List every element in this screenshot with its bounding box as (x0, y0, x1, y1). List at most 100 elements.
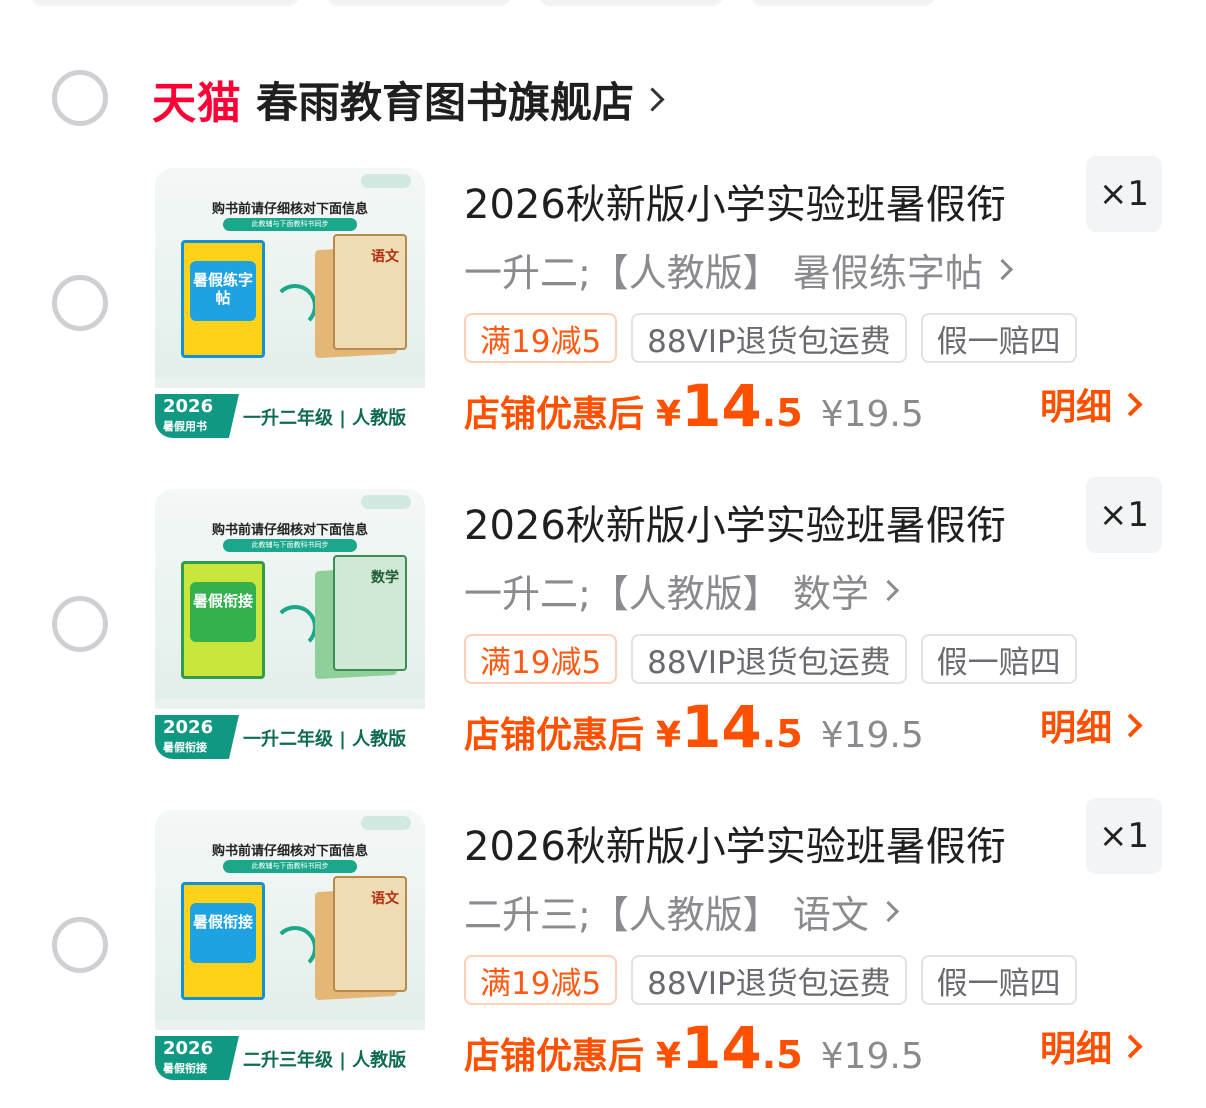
product-title[interactable]: 2026秋新版小学实验班暑假衔 (464, 814, 1064, 872)
textbook-cover: 数学 (333, 555, 407, 671)
service-tag: 88VIP退货包运费 (631, 955, 907, 1005)
product-title[interactable]: 2026秋新版小学实验班暑假衔 (464, 172, 1064, 230)
workbook-cover: 暑假练字帖 (181, 240, 265, 358)
thumb-grade: 一升二年级 | 人教版 (243, 408, 407, 429)
quantity-button[interactable]: ×1 (1086, 156, 1162, 232)
price-row: 店铺优惠后 ¥ 14 .5 ¥19.5 (464, 693, 924, 761)
cart-item: 购书前请仔细核对下面信息 此教辅与下面教科书同步 暑假衔接 语文 2026 暑假衔… (0, 798, 1206, 1090)
badge-sub: 暑假衔接 (163, 1062, 207, 1075)
chevron-right-icon (877, 900, 899, 923)
textbook-subject: 语文 (371, 249, 399, 265)
thumb-header: 购书前请仔细核对下面信息 (211, 523, 368, 538)
price-currency: ¥ (656, 394, 682, 435)
service-tag: 假一赔四 (920, 313, 1077, 363)
service-tag: 假一赔四 (920, 634, 1077, 684)
cover-panel (190, 582, 256, 642)
cover-text: 暑假衔接 (192, 913, 253, 931)
sync-arrow-icon (273, 284, 317, 328)
badge-year: 2026 (163, 396, 214, 417)
price-detail-link[interactable]: 明细 (1040, 1020, 1143, 1072)
price-integer: 14 (681, 693, 762, 761)
quantity-button[interactable]: ×1 (1086, 477, 1162, 553)
sync-arrow-icon (273, 605, 317, 649)
previous-button-edge[interactable] (538, 0, 724, 6)
cart-item: 购书前请仔细核对下面信息 此教辅与下面教科书同步 暑假练字帖 语文 2026 暑假… (0, 156, 1206, 448)
thumb-bar: 此教辅与下面教科书同步 (223, 860, 357, 873)
price-currency: ¥ (656, 715, 682, 756)
cart-item: 购书前请仔细核对下面信息 此教辅与下面教科书同步 暑假衔接 数学 2026 暑假衔… (0, 477, 1206, 769)
textbook-cover: 语文 (333, 234, 407, 350)
price-decimal: .5 (761, 712, 803, 756)
product-thumbnail[interactable]: 购书前请仔细核对下面信息 此教辅与下面教科书同步 暑假练字帖 语文 2026 暑假… (155, 168, 425, 438)
previous-button-edge[interactable] (326, 0, 512, 6)
product-thumbnail[interactable]: 购书前请仔细核对下面信息 此教辅与下面教科书同步 暑假衔接 语文 2026 暑假衔… (155, 810, 425, 1080)
thumb-header: 购书前请仔细核对下面信息 (211, 202, 368, 217)
price-detail-link[interactable]: 明细 (1040, 378, 1143, 430)
badge-sub: 暑假衔接 (163, 741, 207, 754)
previous-button-edge[interactable] (30, 0, 300, 6)
chevron-right-icon (1118, 712, 1143, 738)
promo-tag: 满19减5 (464, 634, 618, 684)
spec-text: 二升三;【人教版】 语文 (464, 893, 869, 937)
thumb-bar: 此教辅与下面教科书同步 (223, 218, 357, 231)
chevron-right-icon (640, 86, 665, 112)
tag-list: 满19减5 88VIP退货包运费 假一赔四 (464, 313, 1091, 363)
price-label: 店铺优惠后 (464, 394, 645, 435)
price-label: 店铺优惠后 (464, 1036, 645, 1077)
price-label: 店铺优惠后 (464, 715, 645, 756)
chevron-right-icon (1118, 1033, 1143, 1059)
spec-selector[interactable]: 二升三;【人教版】 语文 (464, 884, 899, 939)
price-detail-link[interactable]: 明细 (1040, 699, 1143, 751)
workbook-cover: 暑假衔接 (181, 882, 265, 1000)
tmall-logo: 天猫 (152, 78, 242, 129)
year-badge: 2026 暑假衔接 (155, 715, 239, 759)
cover-text: 暑假衔接 (192, 592, 253, 610)
thumb-header: 购书前请仔细核对下面信息 (211, 844, 368, 859)
year-badge: 2026 暑假用书 (155, 394, 239, 438)
price-currency: ¥ (656, 1036, 682, 1077)
service-tag: 88VIP退货包运费 (631, 313, 907, 363)
price-row: 店铺优惠后 ¥ 14 .5 ¥19.5 (464, 372, 924, 440)
spec-selector[interactable]: 一升二;【人教版】 数学 (464, 563, 899, 618)
textbook-subject: 语文 (371, 891, 399, 907)
spec-selector[interactable]: 一升二;【人教版】 暑假练字帖 (464, 242, 1013, 297)
detail-label: 明细 (1040, 708, 1113, 749)
thumb-grade: 二升三年级 | 人教版 (243, 1050, 407, 1071)
product-thumbnail[interactable]: 购书前请仔细核对下面信息 此教辅与下面教科书同步 暑假衔接 数学 2026 暑假衔… (155, 489, 425, 759)
chevron-right-icon (877, 579, 899, 602)
shop-name[interactable]: 春雨教育图书旗舰店 (256, 69, 634, 130)
previous-button-edge[interactable] (750, 0, 936, 6)
textbook-cover: 语文 (333, 876, 407, 992)
sync-arrow-icon (273, 926, 317, 970)
cover-panel (190, 903, 256, 963)
product-title[interactable]: 2026秋新版小学实验班暑假衔 (464, 493, 1064, 551)
detail-label: 明细 (1040, 1029, 1113, 1070)
cover-text: 暑假练字帖 (192, 271, 253, 307)
detail-label: 明细 (1040, 387, 1113, 428)
service-tag: 假一赔四 (920, 955, 1077, 1005)
previous-section-edge (0, 0, 1206, 12)
badge-sub: 暑假用书 (163, 420, 207, 433)
workbook-cover: 暑假衔接 (181, 561, 265, 679)
chevron-right-icon (991, 258, 1013, 281)
thumb-grade: 一升二年级 | 人教版 (243, 729, 407, 750)
shop-header[interactable]: 天猫 春雨教育图书旗舰店 (152, 68, 665, 130)
promo-tag: 满19减5 (464, 955, 618, 1005)
service-tag: 88VIP退货包运费 (631, 634, 907, 684)
brand-logo (361, 816, 411, 830)
price-integer: 14 (681, 372, 762, 440)
badge-year: 2026 (163, 717, 214, 738)
price-decimal: .5 (761, 1033, 803, 1077)
brand-logo (361, 174, 411, 188)
thumb-bar: 此教辅与下面教科书同步 (223, 539, 357, 552)
textbook-subject: 数学 (371, 570, 399, 586)
chevron-right-icon (1118, 391, 1143, 417)
quantity-button[interactable]: ×1 (1086, 798, 1162, 874)
year-badge: 2026 暑假衔接 (155, 1036, 239, 1080)
cart-page: 天猫 春雨教育图书旗舰店 购书前请仔细核对下面信息 此教辅与下面教科书同步 暑假… (0, 0, 1206, 1108)
tag-list: 满19减5 88VIP退货包运费 假一赔四 (464, 955, 1091, 1005)
original-price: ¥19.5 (820, 1036, 924, 1077)
shop-select-radio[interactable] (52, 70, 108, 126)
spec-text: 一升二;【人教版】 暑假练字帖 (464, 251, 983, 295)
spec-text: 一升二;【人教版】 数学 (464, 572, 869, 616)
